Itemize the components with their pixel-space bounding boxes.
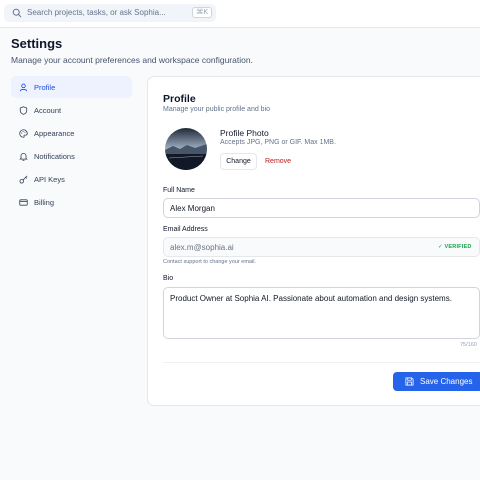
- sidebar-item-label: Appearance: [34, 128, 75, 138]
- photo-title: Profile Photo: [220, 128, 269, 138]
- sidebar-item-label: Account: [34, 105, 62, 115]
- search-icon: [12, 8, 22, 18]
- email-field[interactable]: [163, 237, 480, 257]
- avatar-photo: [165, 128, 207, 170]
- sidebar-item-account[interactable]: Account: [11, 99, 132, 121]
- palette-icon: [19, 128, 28, 138]
- search-placeholder: Search projects, tasks, or ask Sophia...: [27, 8, 166, 17]
- email-label: Email Address: [163, 226, 208, 233]
- bio-textarea[interactable]: Product Owner at Sophia AI. Passionate a…: [163, 287, 480, 339]
- save-icon: [405, 377, 414, 386]
- avatar: [165, 128, 207, 170]
- key-icon: [19, 175, 28, 184]
- verified-badge: ✓ VERIFIED: [438, 244, 472, 250]
- email-helper-text: Contact support to change your email.: [163, 259, 256, 265]
- full-name-field[interactable]: [163, 198, 480, 218]
- sidebar-item-profile[interactable]: Profile: [11, 76, 132, 98]
- sidebar-item-label: API Keys: [34, 174, 65, 184]
- sidebar-item-appearance[interactable]: Appearance: [11, 122, 132, 144]
- remove-photo-button[interactable]: Remove: [265, 153, 291, 170]
- user-icon: [19, 83, 28, 91]
- sidebar-item-label: Billing: [34, 197, 55, 207]
- sidebar-item-label: Profile: [34, 82, 56, 92]
- top-bar: Search projects, tasks, or ask Sophia...…: [0, 0, 480, 28]
- sidebar-item-notifications[interactable]: Notifications: [11, 145, 132, 167]
- profile-section-title: Profile: [163, 93, 196, 105]
- bell-icon: [19, 152, 28, 161]
- save-button-label: Save Changes: [420, 377, 473, 386]
- divider: [163, 362, 480, 363]
- settings-nav: Profile Account Appearance Notifications…: [11, 76, 132, 214]
- full-name-label: Full Name: [163, 187, 195, 194]
- page-subtitle: Manage your account preferences and work…: [11, 55, 253, 65]
- global-search[interactable]: Search projects, tasks, or ask Sophia...…: [4, 4, 216, 22]
- sidebar-item-billing[interactable]: Billing: [11, 191, 132, 213]
- photo-hint: Accepts JPG, PNG or GIF. Max 1MB.: [220, 139, 336, 146]
- profile-section-subtitle: Manage your public profile and bio: [163, 106, 271, 113]
- change-photo-button[interactable]: Change: [220, 153, 257, 170]
- search-shortcut-badge: ⌘K: [192, 7, 212, 18]
- bio-character-counter: 75/160: [460, 342, 477, 348]
- sidebar-item-label: Notifications: [34, 151, 75, 161]
- credit-card-icon: [19, 198, 28, 206]
- sidebar-item-api-keys[interactable]: API Keys: [11, 168, 132, 190]
- page-title: Settings: [11, 36, 63, 51]
- bio-label: Bio: [163, 275, 174, 282]
- save-button[interactable]: Save Changes: [393, 372, 480, 391]
- profile-card: Profile Manage your public profile and b…: [147, 76, 480, 406]
- shield-icon: [19, 105, 28, 115]
